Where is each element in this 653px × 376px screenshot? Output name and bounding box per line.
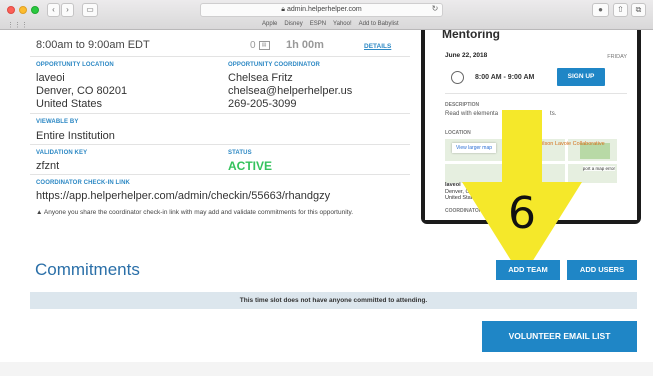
sign-up-button[interactable]: SIGN UP <box>557 68 605 86</box>
location-value: laveoi Denver, CO 80201 United States <box>36 72 127 111</box>
coordinator-email[interactable]: chelsea@helperhelper.us <box>228 85 352 98</box>
reload-icon[interactable]: ↻ <box>428 3 442 17</box>
zoom-window-button[interactable] <box>31 6 39 14</box>
no-commitments-notice: This time slot does not have anyone comm… <box>30 292 637 309</box>
count-number: 0 <box>250 40 256 51</box>
location-label: OPPORTUNITY LOCATION <box>36 62 114 68</box>
forward-button[interactable]: › <box>61 3 74 17</box>
slot-time: 8:00 AM - 9:00 AM <box>475 74 535 81</box>
annotation-number: 6 <box>508 188 536 239</box>
location-line: United States <box>36 98 103 110</box>
bookmark-espn[interactable]: ESPN <box>310 21 326 27</box>
share-icon[interactable]: ⇧ <box>613 3 628 17</box>
apps-grid-icon[interactable]: ⋮⋮⋮ <box>7 21 28 29</box>
address-bar[interactable]: 🔒︎ admin.helperhelper.com <box>200 3 443 17</box>
viewable-row: VIEWABLE BY Entire Institution <box>30 114 410 145</box>
add-team-button[interactable]: ADD TEAM <box>496 260 560 280</box>
phone-description-label: DESCRIPTION <box>445 102 480 108</box>
location-line: Denver, CO 80201 <box>36 85 128 97</box>
minimize-window-button[interactable] <box>19 6 27 14</box>
annotation-arrow-icon: 6 <box>462 110 582 278</box>
bookmark-apple[interactable]: Apple <box>262 21 277 27</box>
phone-date: June 22, 2018 <box>445 52 488 59</box>
address-url: admin.helperhelper.com <box>286 6 362 13</box>
back-button[interactable]: ‹ <box>47 3 60 17</box>
validation-row: VALIDATION KEY zfznt STATUS ACTIVE <box>30 145 410 175</box>
close-window-button[interactable] <box>7 6 15 14</box>
checkin-link[interactable]: https://app.helperhelper.com/admin/check… <box>36 190 330 203</box>
viewable-label: VIEWABLE BY <box>36 119 79 125</box>
page-content: 8:00am to 9:00am EDT 0 ▤ 1h 00m DETAILS O… <box>0 30 653 376</box>
count-value: 0 ▤ <box>250 40 270 51</box>
bookmarks-bar: ⋮⋮⋮ Apple Disney ESPN Yahoo! Add to Baby… <box>0 20 653 30</box>
warning-text: Anyone you share the coordinator check-i… <box>43 209 354 216</box>
status-badge: ACTIVE <box>228 159 273 173</box>
location-row: OPPORTUNITY LOCATION laveoi Denver, CO 8… <box>30 57 410 114</box>
checkin-label: COORDINATOR CHECK-IN LINK <box>36 180 130 186</box>
coordinator-value: Chelsea Fritz chelsea@helperhelper.us 26… <box>228 72 352 111</box>
time-row: 8:00am to 9:00am EDT 0 ▤ 1h 00m DETAILS <box>30 30 410 57</box>
bookmark-babylist[interactable]: Add to Babylist <box>359 21 399 27</box>
phone-title: Mentoring <box>442 30 500 41</box>
lock-icon: 🔒︎ <box>281 6 286 13</box>
coordinator-name: Chelsea Fritz <box>228 72 293 84</box>
browser-chrome: ‹ › ▭ 🔒︎ admin.helperhelper.com ↻ ● ⇧ ⧉ … <box>0 0 653 30</box>
bookmark-yahoo[interactable]: Yahoo! <box>333 21 352 27</box>
page-footer <box>0 362 653 376</box>
sidebar-toggle-icon[interactable]: ▭ <box>82 3 98 17</box>
phone-day: FRIDAY <box>607 54 627 60</box>
validation-label: VALIDATION KEY <box>36 150 88 156</box>
status-label: STATUS <box>228 150 252 156</box>
validation-value: zfznt <box>36 160 60 172</box>
coordinator-label: OPPORTUNITY COORDINATOR <box>228 62 320 68</box>
checkin-row: COORDINATOR CHECK-IN LINK https://app.he… <box>30 175 410 225</box>
location-line: laveoi <box>36 72 65 84</box>
info-icon[interactable]: ● <box>592 3 609 17</box>
duration-value: 1h 00m <box>286 39 324 51</box>
address-name: laveoi <box>445 182 461 188</box>
viewable-value: Entire Institution <box>36 130 115 142</box>
warning-icon: ▲ <box>36 209 43 216</box>
map-report-link[interactable]: port a map error <box>582 166 615 171</box>
people-icon: ▤ <box>258 40 270 50</box>
bookmark-disney[interactable]: Disney <box>284 21 302 27</box>
volunteer-email-list-button[interactable]: VOLUNTEER EMAIL LIST <box>482 321 637 352</box>
slot-radio[interactable] <box>451 71 464 84</box>
coordinator-phone: 269-205-3099 <box>228 98 297 110</box>
add-users-button[interactable]: ADD USERS <box>567 260 637 280</box>
tabs-icon[interactable]: ⧉ <box>631 3 646 17</box>
time-value: 8:00am to 9:00am EDT <box>36 39 150 51</box>
phone-time-slot: 8:00 AM - 9:00 AM SIGN UP <box>445 64 627 94</box>
checkin-warning: ▲ Anyone you share the coordinator check… <box>36 209 353 216</box>
details-link[interactable]: DETAILS <box>364 43 391 50</box>
commitments-title: Commitments <box>35 260 140 279</box>
